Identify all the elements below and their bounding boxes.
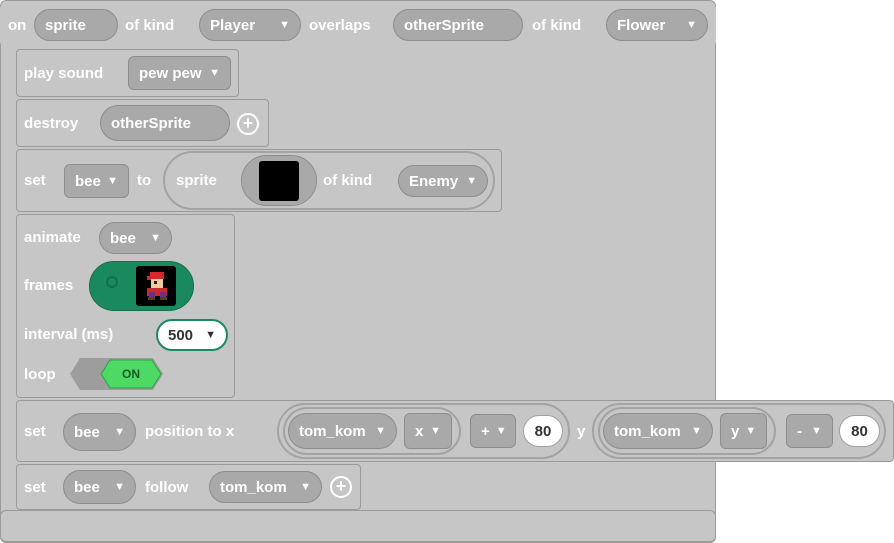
chevron-down-icon: ▼ [209,67,220,79]
x-property-dropdown[interactable]: x ▼ [404,413,452,449]
event-block-footer [0,510,716,542]
chevron-down-icon: ▼ [430,425,441,437]
chevron-down-icon: ▼ [495,425,507,437]
sound-dropdown[interactable]: pew pew ▼ [128,56,231,90]
set-label: set [24,172,46,189]
kind-dropdown-player[interactable]: Player ▼ [199,9,301,41]
chevron-down-icon: ▼ [107,175,118,187]
plus-icon[interactable]: + [330,476,352,498]
y-value-input[interactable]: 80 [839,415,880,447]
kind-dropdown-enemy[interactable]: Enemy ▼ [398,165,488,197]
chevron-down-icon: ▼ [279,19,290,31]
chevron-down-icon: ▼ [686,19,697,31]
destroy-label: destroy [24,115,79,132]
chevron-down-icon: ▼ [205,329,216,341]
plus-icon[interactable]: + [237,113,259,135]
other-sprite-variable[interactable]: otherSprite [393,9,523,41]
chevron-down-icon: ▼ [375,425,386,437]
chevron-down-icon: ▼ [811,425,822,437]
variable-dropdown-bee[interactable]: bee ▼ [64,164,129,198]
interval-dropdown[interactable]: 500 ▼ [156,319,228,351]
on-label: on [8,17,27,34]
chevron-down-icon: ▼ [691,425,702,437]
to-label: to [137,172,152,189]
animation-frame-icon [106,276,118,288]
x-sprite-dropdown[interactable]: tom_kom ▼ [288,413,397,449]
play-sound-label: play sound [24,65,104,82]
position-to-x-label: position to x [145,423,235,440]
frames-label: frames [24,277,74,294]
of-kind-label-2: of kind [532,17,582,34]
chevron-down-icon: ▼ [466,175,478,187]
loop-toggle[interactable]: ON [70,358,163,390]
overlaps-label: overlaps [309,17,371,34]
chevron-down-icon: ▼ [150,232,161,244]
y-property-dropdown[interactable]: y ▼ [720,413,767,449]
y-label: y [577,423,586,440]
x-value-input[interactable]: 80 [523,415,563,447]
chevron-down-icon: ▼ [745,425,757,437]
variable-dropdown-bee-4[interactable]: bee ▼ [63,470,136,504]
y-operator-dropdown[interactable]: - ▼ [786,414,833,448]
x-operator-dropdown[interactable]: + ▼ [470,414,516,448]
sprite-frame-thumbnail [136,266,176,306]
frames-field[interactable] [89,261,194,311]
destroy-target-variable[interactable]: otherSprite [100,105,230,141]
of-kind-label-3: of kind [323,172,373,189]
loop-label: loop [24,366,56,383]
follow-label: follow [145,479,189,496]
variable-dropdown-bee-2[interactable]: bee ▼ [99,222,172,254]
sprite-image-icon [259,161,299,201]
chevron-down-icon: ▼ [300,481,311,493]
sprite-label: sprite [176,172,217,189]
kind-dropdown-flower[interactable]: Flower ▼ [606,9,708,41]
of-kind-label: of kind [125,17,175,34]
interval-label: interval (ms) [24,326,114,343]
y-sprite-dropdown[interactable]: tom_kom ▼ [603,413,713,449]
variable-dropdown-bee-3[interactable]: bee ▼ [63,413,136,451]
sprite-variable[interactable]: sprite [34,9,118,41]
set-label-3: set [24,479,46,496]
chevron-down-icon: ▼ [114,481,125,493]
follow-target-dropdown[interactable]: tom_kom ▼ [209,471,322,503]
chevron-down-icon: ▼ [114,426,125,438]
animate-label: animate [24,229,81,246]
set-label-2: set [24,423,46,440]
sprite-image-field[interactable] [241,155,317,206]
